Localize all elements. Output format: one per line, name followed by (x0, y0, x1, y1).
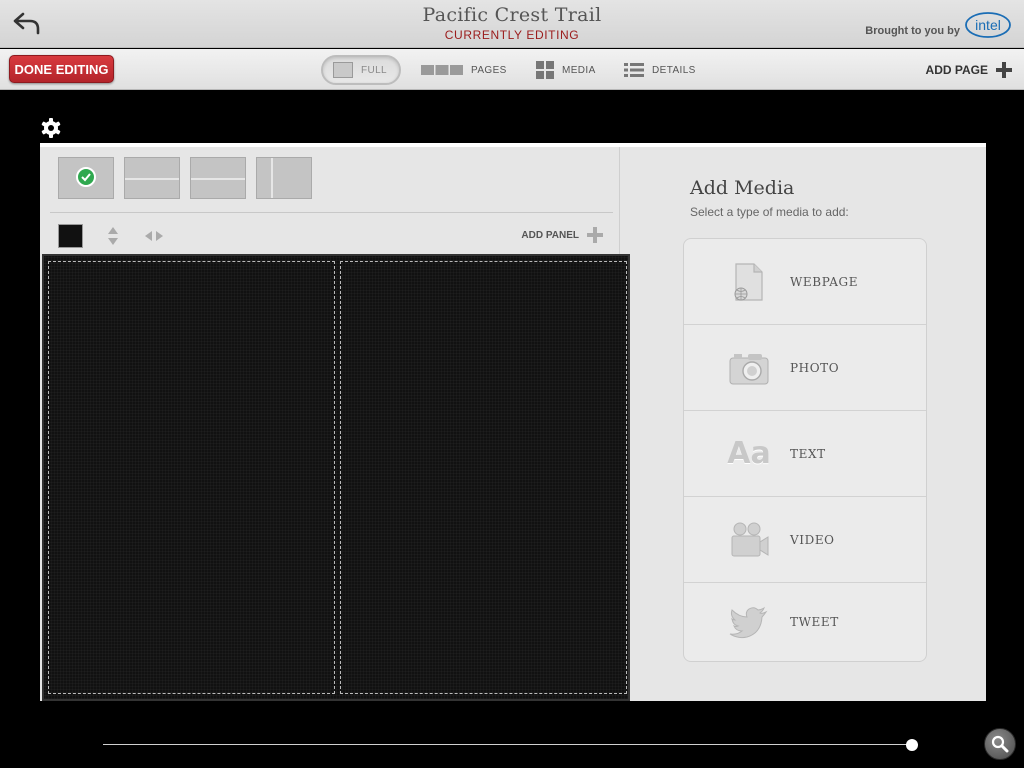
page-title: Pacific Crest Trail (422, 4, 602, 26)
pages-view-icon (421, 65, 463, 75)
tab-details[interactable]: DETAILS (624, 55, 696, 85)
checkmark-icon (76, 167, 96, 187)
media-item-photo[interactable]: PHOTO (684, 325, 926, 411)
tab-full-label: FULL (360, 64, 387, 76)
add-media-title: Add Media (690, 177, 795, 199)
media-item-label: TWEET (790, 615, 839, 629)
add-media-subtitle: Select a type of media to add: (690, 205, 849, 219)
top-bar: Pacific Crest Trail CURRENTLY EDITING Br… (0, 0, 1024, 48)
video-camera-icon (731, 522, 769, 556)
twitter-bird-icon (729, 606, 768, 639)
layout-option-two-rows[interactable] (124, 157, 180, 199)
media-type-list: WEBPAGE PHOTO Aa TEXT VIDEO TWEET (683, 238, 927, 662)
layout-option-single[interactable] (58, 157, 114, 199)
divider (50, 212, 613, 213)
plus-icon (996, 62, 1012, 78)
media-item-video[interactable]: VIDEO (684, 497, 926, 583)
media-item-label: PHOTO (790, 360, 840, 375)
details-list-icon (624, 63, 644, 77)
intel-logo-icon: intel (965, 12, 1011, 38)
plus-icon (587, 227, 603, 243)
tab-full[interactable]: FULL (321, 55, 401, 85)
gear-icon[interactable] (40, 117, 62, 139)
page-scrubber-thumb[interactable] (906, 739, 918, 751)
vertical-resize-icon[interactable] (106, 225, 120, 247)
media-grid-icon (536, 61, 554, 79)
media-item-tweet[interactable]: TWEET (684, 583, 926, 661)
tab-details-label: DETAILS (652, 64, 696, 76)
webpage-icon (734, 262, 763, 301)
full-view-icon (333, 62, 353, 78)
tab-media[interactable]: MEDIA (536, 55, 596, 85)
layout-picker (58, 157, 312, 199)
toolbar: DONE EDITING FULL PAGES MEDIA DETAILS AD… (0, 49, 1024, 90)
editor-panel: ADD PANEL Add Media Select a type of med… (40, 143, 986, 701)
done-editing-button[interactable]: DONE EDITING (9, 55, 114, 83)
media-item-label: WEBPAGE (790, 274, 859, 289)
layout-option-two-columns[interactable] (256, 157, 312, 199)
sponsor-text: Brought to you by (865, 25, 960, 37)
add-page-label: ADD PAGE (925, 63, 988, 77)
panel-slot-left[interactable] (48, 261, 335, 694)
tab-pages-label: PAGES (471, 64, 507, 76)
zoom-button[interactable] (984, 728, 1016, 760)
tab-pages[interactable]: PAGES (421, 55, 507, 85)
back-arrow-icon[interactable] (12, 10, 42, 36)
page-editor: ADD PANEL (40, 147, 630, 701)
background-color-swatch[interactable] (58, 224, 83, 248)
media-item-label: VIDEO (790, 532, 835, 547)
media-item-text[interactable]: Aa TEXT (684, 411, 926, 497)
editing-status: CURRENTLY EDITING (444, 28, 580, 42)
add-panel-label: ADD PANEL (521, 229, 579, 241)
tab-media-label: MEDIA (562, 64, 596, 76)
horizontal-resize-icon[interactable] (143, 229, 165, 243)
intel-wordmark: intel (975, 17, 1001, 33)
layout-option-two-rows-alt[interactable] (190, 157, 246, 199)
add-panel-button[interactable]: ADD PANEL (521, 227, 603, 243)
page-scrubber-track[interactable] (103, 744, 913, 745)
add-page-button[interactable]: ADD PAGE (926, 62, 1012, 78)
page-canvas (42, 254, 630, 701)
camera-icon (729, 353, 769, 384)
magnifier-icon (991, 735, 1009, 753)
media-item-label: TEXT (790, 446, 826, 461)
title-block: Pacific Crest Trail CURRENTLY EDITING (312, 4, 712, 42)
panel-slot-right[interactable] (340, 261, 627, 694)
media-item-webpage[interactable]: WEBPAGE (684, 239, 926, 325)
text-icon: Aa (727, 436, 771, 471)
